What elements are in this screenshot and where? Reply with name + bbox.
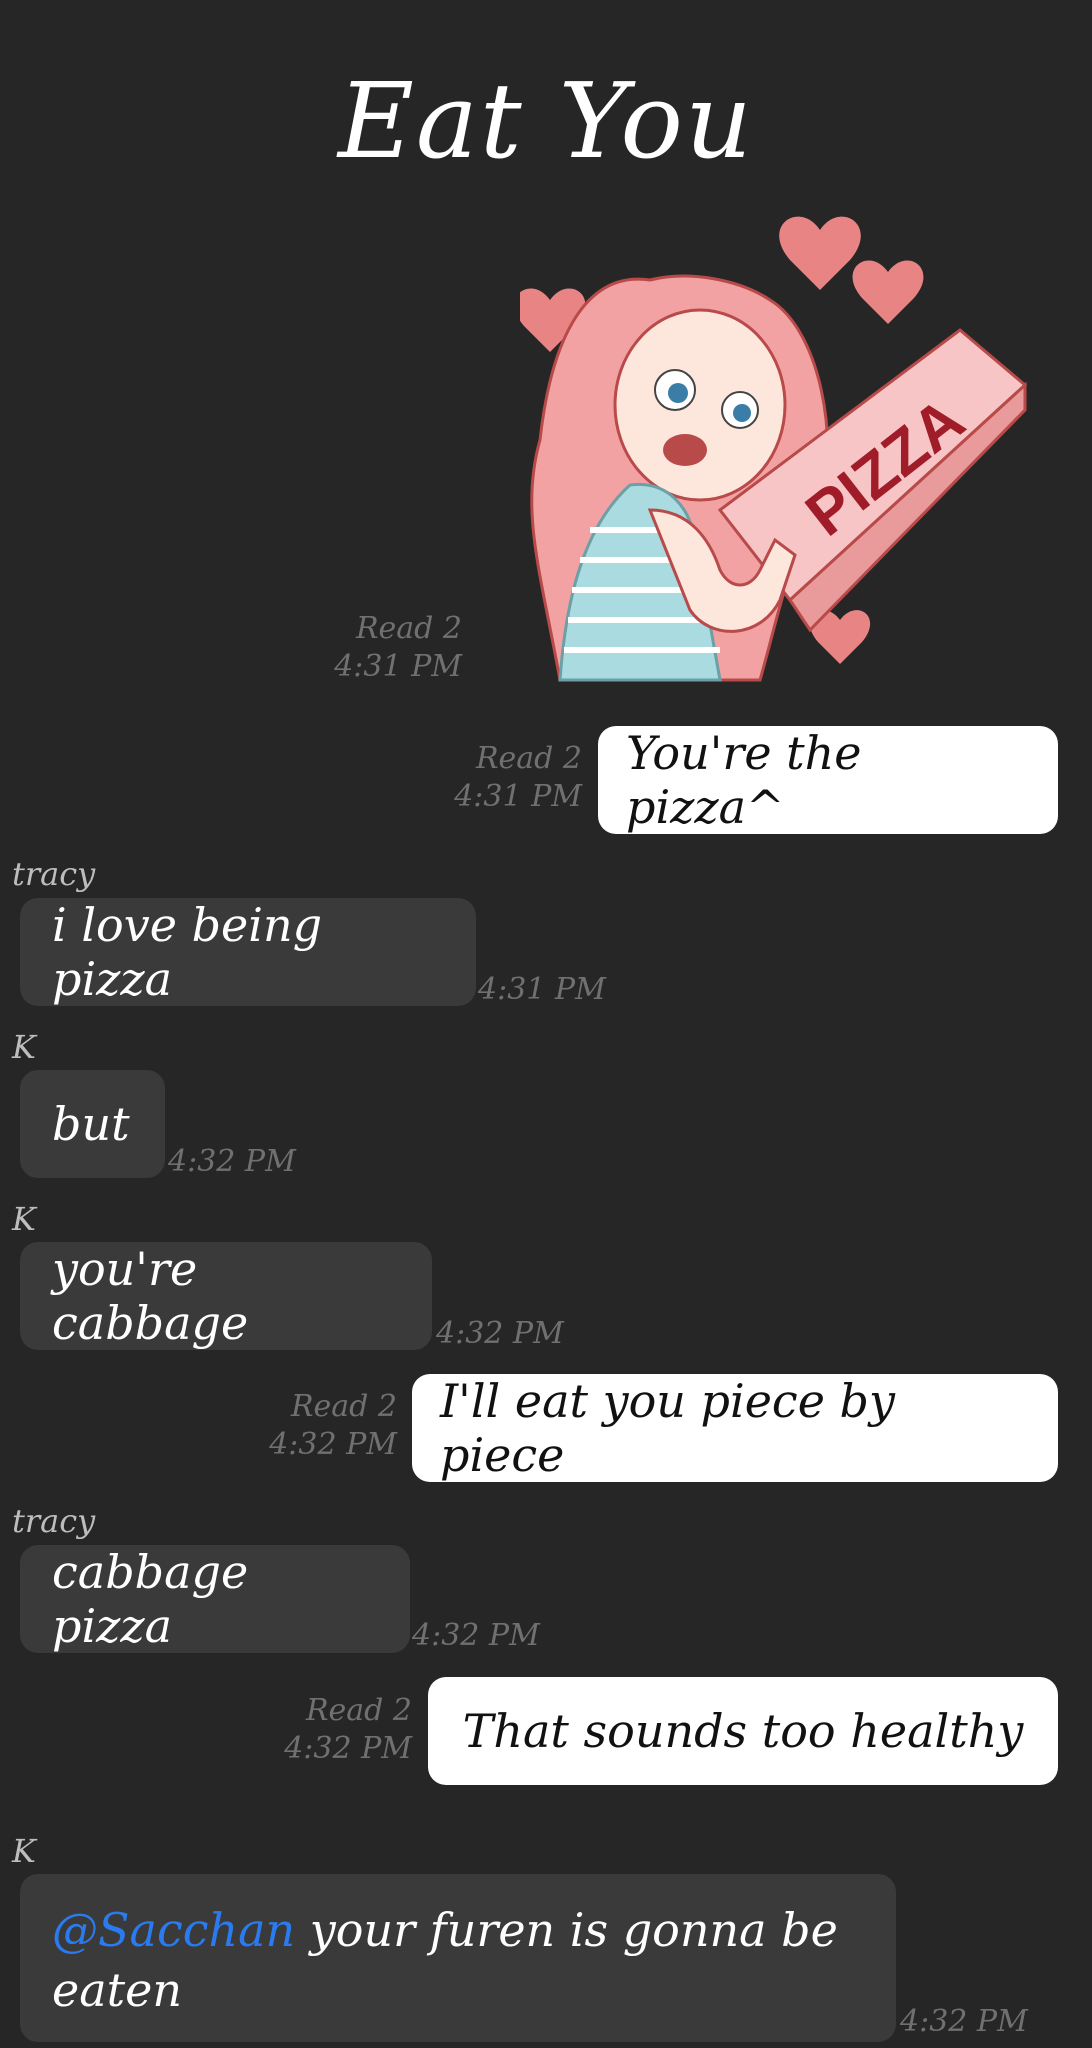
message-time: 4:32 PM <box>412 1618 540 1653</box>
message-text: I'll eat you piece by piece <box>440 1374 895 1482</box>
message-text: i love being pizza <box>52 898 323 1006</box>
read-status: Read 2 4:32 PM <box>284 1693 412 1766</box>
sender-name: K <box>12 1832 36 1870</box>
message-text: You're the pizza^ <box>626 726 862 834</box>
message-text: That sounds too healthy <box>462 1704 1024 1758</box>
sender-name: tracy <box>12 855 96 893</box>
sender-name: tracy <box>12 1502 96 1540</box>
chat-title: Eat You <box>338 60 754 182</box>
outgoing-message-bubble[interactable]: I'll eat you piece by piece <box>412 1374 1058 1482</box>
message-text: @Sacchan your furen is gonna be eaten <box>52 1903 838 2017</box>
read-status: Read 2 4:31 PM <box>334 611 462 684</box>
incoming-message-bubble[interactable]: but <box>20 1070 165 1178</box>
mention-link[interactable]: @Sacchan <box>52 1903 295 1957</box>
message-text: you're cabbage <box>52 1242 249 1350</box>
message-time: 4:32 PM <box>900 2004 1028 2039</box>
read-status: Read 2 4:31 PM <box>454 741 582 814</box>
outgoing-message-bubble[interactable]: That sounds too healthy <box>428 1677 1058 1785</box>
read-status: Read 2 4:32 PM <box>269 1389 397 1462</box>
message-time: 4:32 PM <box>168 1144 296 1179</box>
incoming-message-bubble[interactable]: @Sacchan your furen is gonna be eaten <box>20 1874 896 2042</box>
message-time: 4:31 PM <box>478 972 606 1007</box>
sender-name: K <box>12 1200 36 1238</box>
incoming-message-bubble[interactable]: i love being pizza <box>20 898 476 1006</box>
incoming-message-bubble[interactable]: you're cabbage <box>20 1242 432 1350</box>
message-time: 4:32 PM <box>436 1316 564 1351</box>
incoming-message-bubble[interactable]: cabbage pizza <box>20 1545 410 1653</box>
message-text: cabbage pizza <box>52 1545 249 1653</box>
pizza-girl-sticker[interactable]: PIZZA <box>520 210 1030 685</box>
sender-name: K <box>12 1028 36 1066</box>
message-text: but <box>52 1097 130 1151</box>
outgoing-message-bubble[interactable]: You're the pizza^ <box>598 726 1058 834</box>
